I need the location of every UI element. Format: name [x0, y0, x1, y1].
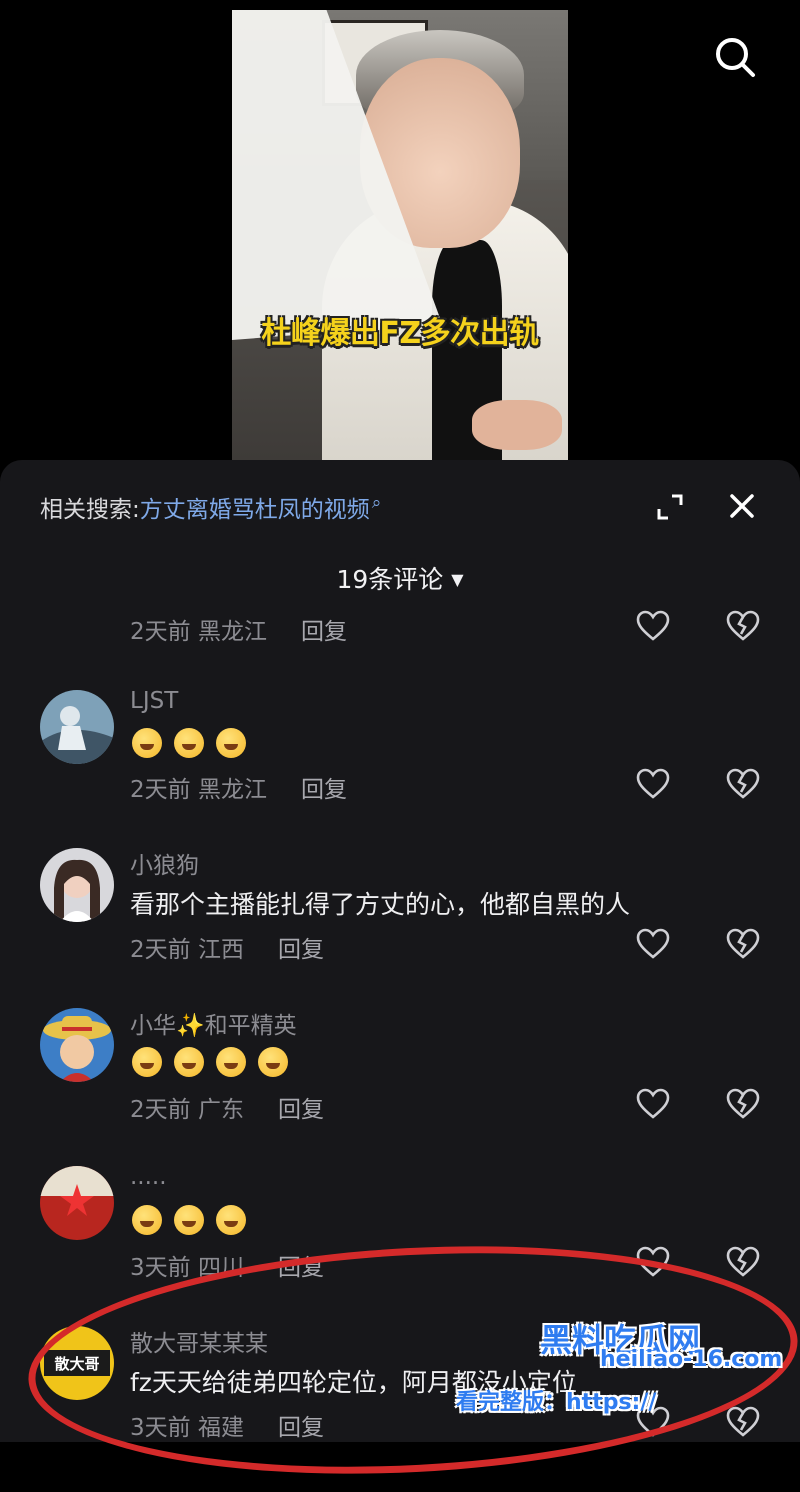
search-icon — [716, 38, 755, 77]
reply-button[interactable]: 回复 — [301, 777, 347, 803]
small-search-icon: ⌕ — [371, 493, 382, 514]
video-frame[interactable]: 杜峰爆出FZ多次出轨 — [232, 10, 568, 460]
caret-down-icon: ▼ — [451, 570, 464, 589]
avatar[interactable] — [40, 1166, 114, 1240]
broken-heart-icon — [726, 1088, 760, 1119]
comment-username[interactable]: 小狼狗 — [130, 846, 199, 880]
yawning-face-icon — [174, 728, 204, 758]
comment-location: 广东 — [197, 1097, 244, 1123]
comment-time: 2天前 — [130, 619, 191, 645]
dislike-button[interactable] — [726, 768, 760, 800]
grinning-face-icon — [174, 1205, 204, 1235]
comment-username[interactable]: ..... — [130, 1164, 167, 1190]
comments-count-dropdown[interactable]: 19条评论 ▼ — [0, 560, 800, 596]
upside-down-face-icon — [216, 1047, 246, 1077]
yawning-face-icon — [132, 728, 162, 758]
related-search-label: 相关搜索: — [40, 497, 140, 523]
like-button[interactable] — [636, 1088, 670, 1120]
comment-time: 3天前 — [130, 1255, 191, 1281]
avatar[interactable] — [40, 1008, 114, 1082]
comment-location: 黑龙江 — [197, 777, 267, 803]
comment-username[interactable]: 小华✨和平精英 — [130, 1006, 297, 1040]
reply-button[interactable]: 回复 — [278, 1097, 324, 1123]
avatar[interactable] — [40, 848, 114, 922]
reply-button[interactable]: 回复 — [301, 619, 347, 645]
comment-time: 2天前 — [130, 1097, 191, 1123]
comments-count: 19条评论 — [336, 565, 444, 594]
video-caption: 杜峰爆出FZ多次出轨 — [261, 316, 539, 351]
yawning-face-icon — [216, 728, 246, 758]
avatar-image — [40, 1166, 114, 1240]
upside-down-face-icon — [132, 1047, 162, 1077]
comment-location: 江西 — [197, 937, 244, 963]
heart-icon — [636, 610, 670, 641]
expand-button[interactable] — [655, 492, 685, 522]
related-search-query[interactable]: 方丈离婚骂杜凤的视频 — [140, 497, 370, 523]
heart-icon — [636, 928, 670, 959]
heart-icon — [636, 768, 670, 799]
comment-emoji-row — [132, 727, 258, 758]
avatar-image — [40, 690, 114, 764]
dislike-button[interactable] — [726, 1088, 760, 1120]
dislike-button[interactable] — [726, 1246, 760, 1278]
grinning-face-icon — [216, 1205, 246, 1235]
close-button[interactable] — [728, 492, 756, 520]
broken-heart-icon — [726, 928, 760, 959]
related-search[interactable]: 相关搜索:方丈离婚骂杜凤的视频 ⌕ — [40, 490, 381, 524]
like-button[interactable] — [636, 610, 670, 642]
comment-text: 看那个主播能扎得了方丈的心，他都自黑的人 — [130, 890, 631, 919]
search-button[interactable] — [712, 34, 758, 80]
close-icon — [730, 494, 754, 518]
dislike-button[interactable] — [726, 1406, 760, 1438]
heart-icon — [636, 1088, 670, 1119]
like-button[interactable] — [636, 928, 670, 960]
dislike-button[interactable] — [726, 610, 760, 642]
like-button[interactable] — [636, 768, 670, 800]
avatar-image — [40, 1008, 114, 1082]
broken-heart-icon — [726, 768, 760, 799]
watermark-prompt: 看完整版：https:// — [456, 1390, 657, 1415]
broken-heart-icon — [726, 1406, 760, 1437]
comment-emoji-row — [132, 1204, 258, 1235]
broken-heart-icon — [726, 1246, 760, 1277]
avatar-image — [40, 848, 114, 922]
comment-meta: 2天前 广东 回复 — [130, 1090, 324, 1124]
expand-icon — [657, 494, 683, 520]
comment-emoji-row — [132, 1046, 300, 1077]
avatar[interactable] — [40, 690, 114, 764]
comment-time: 2天前 — [130, 937, 191, 963]
comment-meta: 2天前 黑龙江 回复 — [130, 770, 347, 804]
grinning-face-icon — [132, 1205, 162, 1235]
comment-location: 黑龙江 — [197, 619, 267, 645]
watermark-url: heiliao-16.com — [600, 1347, 783, 1372]
comment-time: 2天前 — [130, 777, 191, 803]
dislike-button[interactable] — [726, 928, 760, 960]
comment-meta: 2天前 江西 回复 — [130, 930, 324, 964]
reply-button[interactable]: 回复 — [278, 937, 324, 963]
comment-meta: 2天前 黑龙江 回复 — [130, 612, 347, 646]
upside-down-face-icon — [174, 1047, 204, 1077]
broken-heart-icon — [726, 610, 760, 641]
upside-down-face-icon — [258, 1047, 288, 1077]
comment-username[interactable]: LJST — [130, 688, 178, 714]
person-hand — [472, 400, 562, 450]
